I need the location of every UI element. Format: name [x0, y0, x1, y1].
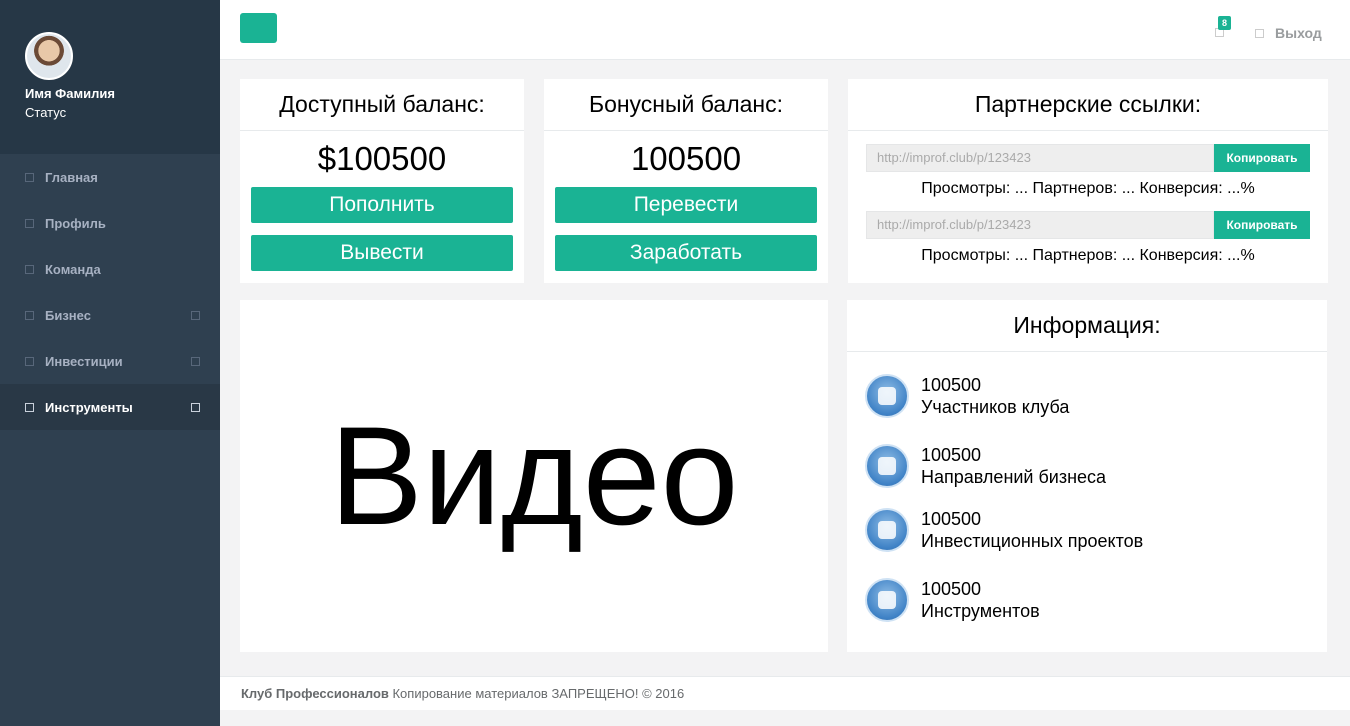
profile-status: Статус: [25, 105, 67, 120]
users-icon: [865, 508, 909, 552]
user-icon: [25, 218, 34, 228]
bonus-card: Бонусный баланс: 100500 Перевести Зарабо…: [544, 79, 828, 283]
tools-icon: [25, 402, 34, 412]
logout-link[interactable]: Выход: [1275, 25, 1322, 41]
info-item: 100500 Инвестиционных проектов: [865, 508, 1143, 552]
earn-button[interactable]: Заработать: [555, 235, 817, 271]
avatar[interactable]: [25, 32, 73, 80]
profile-name[interactable]: Имя Фамилия: [25, 86, 195, 101]
partner-link-input[interactable]: http://improf.club/p/123423: [866, 144, 1214, 172]
info-value: 100500: [921, 509, 982, 529]
info-value: 100500: [921, 375, 982, 395]
info-label: Участников клуба: [921, 397, 1070, 417]
copy-button[interactable]: Копировать: [1214, 211, 1310, 239]
users-icon: [865, 578, 909, 622]
copy-button[interactable]: Копировать: [1214, 144, 1310, 172]
sidebar-item-label: Бизнес: [45, 307, 91, 323]
video-label: Видео: [329, 397, 739, 554]
balance-value: $100500: [317, 140, 447, 177]
sidebar-item-label: Главная: [45, 169, 98, 185]
team-icon: [25, 264, 34, 274]
info-item: 100500 Направлений бизнеса: [865, 444, 1106, 488]
partner-link-row: http://improf.club/p/123423 Копировать: [866, 211, 1310, 239]
bonus-value: 100500: [630, 140, 742, 177]
sidebar-item-investments[interactable]: Инвестиции: [0, 338, 220, 384]
info-card: Информация: 100500 Участников клуба 1005…: [847, 300, 1327, 652]
users-icon: [865, 444, 909, 488]
notification-badge: 8: [1218, 16, 1232, 30]
info-item: 100500 Инструментов: [865, 578, 1040, 622]
business-icon: [25, 310, 34, 320]
top-bar: 8 Выход: [220, 0, 1350, 60]
info-label: Инструментов: [921, 601, 1040, 621]
expand-arrow-icon: [191, 402, 200, 412]
expand-arrow-icon: [191, 356, 200, 366]
sidebar-item-label: Команда: [45, 261, 101, 277]
sidebar-item-label: Инструменты: [45, 399, 133, 415]
partner-link-input[interactable]: http://improf.club/p/123423: [866, 211, 1214, 239]
partner-title: Партнерские ссылки:: [848, 79, 1328, 131]
sign-out-icon: [1255, 29, 1264, 38]
sidebar-nav: Главная Профиль Команда Бизнес Инвестици…: [0, 154, 220, 430]
sidebar-item-team[interactable]: Команда: [0, 246, 220, 292]
topup-button[interactable]: Пополнить: [251, 187, 513, 223]
investment-icon: [25, 356, 34, 366]
video-placeholder[interactable]: Видео: [240, 300, 828, 652]
sidebar: Имя Фамилия Статус Главная Профиль Коман…: [0, 0, 220, 726]
transfer-button[interactable]: Перевести: [555, 187, 817, 223]
info-title: Информация:: [847, 300, 1327, 352]
footer-copyright: Копирование материалов ЗАПРЕЩЕНО! © 2016: [388, 686, 685, 701]
info-label: Направлений бизнеса: [921, 467, 1107, 487]
sidebar-item-label: Профиль: [45, 215, 106, 231]
sidebar-item-profile[interactable]: Профиль: [0, 200, 220, 246]
footer-brand: Клуб Профессионалов: [241, 686, 389, 701]
footer: Клуб Профессионалов Копирование материал…: [220, 676, 1350, 710]
balance-title: Доступный баланс:: [240, 79, 524, 131]
home-icon: [25, 172, 34, 182]
partner-links-card: Партнерские ссылки: http://improf.club/p…: [848, 79, 1328, 283]
sidebar-item-tools[interactable]: Инструменты: [0, 384, 220, 430]
partner-link-stats: Просмотры: ... Партнеров: ... Конверсия:…: [921, 247, 1255, 264]
sidebar-item-home[interactable]: Главная: [0, 154, 220, 200]
partner-link-stats: Просмотры: ... Партнеров: ... Конверсия:…: [921, 180, 1255, 197]
info-label: Инвестиционных проектов: [921, 531, 1144, 551]
withdraw-button[interactable]: Вывести: [251, 235, 513, 271]
users-icon: [865, 374, 909, 418]
partner-link-row: http://improf.club/p/123423 Копировать: [866, 144, 1310, 172]
profile-panel: Имя Фамилия Статус: [0, 0, 220, 154]
sidebar-item-business[interactable]: Бизнес: [0, 292, 220, 338]
bonus-title: Бонусный баланс:: [544, 79, 828, 131]
expand-arrow-icon: [191, 310, 200, 320]
sidebar-item-label: Инвестиции: [45, 353, 123, 369]
balance-card: Доступный баланс: $100500 Пополнить Выве…: [240, 79, 524, 283]
info-item: 100500 Участников клуба: [865, 374, 1069, 418]
menu-toggle-button[interactable]: [240, 13, 277, 43]
info-value: 100500: [921, 579, 982, 599]
info-value: 100500: [921, 445, 982, 465]
